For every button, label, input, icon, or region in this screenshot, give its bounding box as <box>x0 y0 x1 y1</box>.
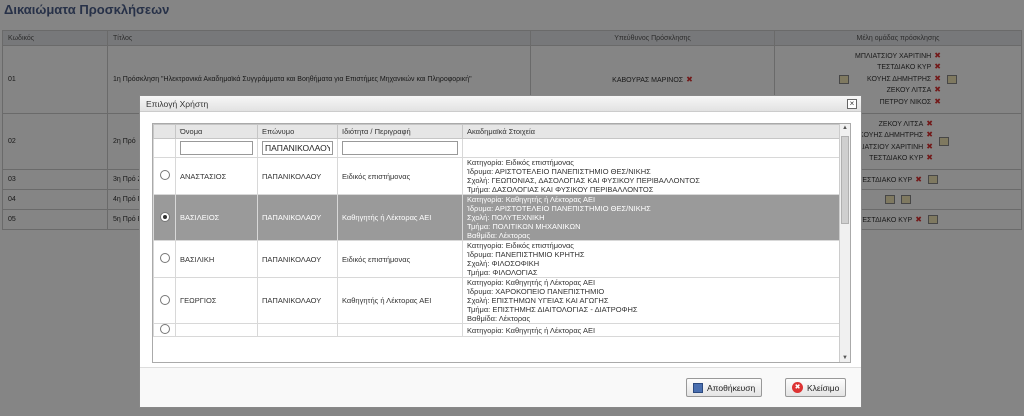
cell-academic: Κατηγορία: Καθηγητής ή Λέκτορας ΑΕΙ Ίδρυμ… <box>462 194 840 241</box>
select-radio[interactable] <box>159 253 170 263</box>
cell-last-name: ΠΑΠΑΝΙΚΟΛΑΟΥ <box>257 277 338 324</box>
cell-first-name: ΒΑΣΙΛΙΚΗ <box>175 240 258 278</box>
users-grid: Όνομα Επώνυμο Ιδιότητα / Περιγραφή Ακαδη… <box>152 123 851 363</box>
filter-first-name-input[interactable] <box>180 141 253 155</box>
select-radio[interactable] <box>159 324 170 334</box>
dialog-footer: Αποθήκευση ✖ Κλείσιμο <box>140 367 861 407</box>
cell-role: Ειδικός επιστήμονας <box>337 240 463 278</box>
col-academic[interactable]: Ακαδημαϊκά Στοιχεία <box>462 124 840 139</box>
save-icon <box>693 382 703 393</box>
table-row[interactable]: ΒΑΣΙΛΕΙΟΣ ΠΑΠΑΝΙΚΟΛΑΟΥ Καθηγητής ή Λέκτο… <box>153 194 840 241</box>
close-icon: ✖ <box>792 382 803 393</box>
filter-role-input[interactable] <box>342 141 458 155</box>
save-button[interactable]: Αποθήκευση <box>686 378 763 397</box>
col-last-name[interactable]: Επώνυμο <box>257 124 338 139</box>
cell-role: Καθηγητής ή Λέκτορας ΑΕΙ <box>337 194 463 241</box>
cell-academic: Κατηγορία: Καθηγητής ή Λέκτορας ΑΕΙ <box>462 323 840 337</box>
cell-last-name: ΠΑΠΑΝΙΚΟΛΑΟΥ <box>257 194 338 241</box>
select-radio[interactable] <box>159 211 170 222</box>
table-row[interactable]: ΓΕΩΡΓΙΟΣ ΠΑΠΑΝΙΚΟΛΑΟΥ Καθηγητής ή Λέκτορ… <box>153 277 840 324</box>
select-user-dialog: Επιλογή Χρήστη × Όνομα Επώνυμο Ιδιότητα … <box>139 95 862 408</box>
table-row[interactable]: ΒΑΣΙΛΙΚΗ ΠΑΠΑΝΙΚΟΛΑΟΥ Ειδικός επιστήμονα… <box>153 240 840 278</box>
col-first-name[interactable]: Όνομα <box>175 124 258 139</box>
filter-last-name-input[interactable] <box>262 141 333 155</box>
select-radio[interactable] <box>159 170 170 180</box>
dialog-title: Επιλογή Χρήστη <box>146 99 209 109</box>
cell-academic: Κατηγορία: Καθηγητής ή Λέκτορας ΑΕΙ Ίδρυμ… <box>462 277 840 324</box>
vertical-scrollbar[interactable]: ▲ ▼ <box>839 124 850 362</box>
dialog-close-icon[interactable]: × <box>847 99 857 109</box>
cell-last-name: ΠΑΠΑΝΙΚΟΛΑΟΥ <box>257 157 338 195</box>
cell-role <box>337 323 463 337</box>
cell-academic: Κατηγορία: Ειδικός επιστήμονας Ίδρυμα: ΑΡ… <box>462 157 840 195</box>
table-row[interactable]: Κατηγορία: Καθηγητής ή Λέκτορας ΑΕΙ <box>153 323 840 337</box>
cell-academic: Κατηγορία: Ειδικός επιστήμονας Ίδρυμα: ΠΑ… <box>462 240 840 278</box>
cell-first-name <box>175 323 258 337</box>
cell-first-name: ΓΕΩΡΓΙΟΣ <box>175 277 258 324</box>
table-row[interactable]: ΑΝΑΣΤΑΣΙΟΣ ΠΑΠΑΝΙΚΟΛΑΟΥ Ειδικός επιστήμο… <box>153 157 840 195</box>
scroll-down-icon[interactable]: ▼ <box>840 355 850 361</box>
select-radio[interactable] <box>159 294 170 305</box>
dialog-titlebar: Επιλογή Χρήστη × <box>140 96 861 112</box>
close-button[interactable]: ✖ Κλείσιμο <box>785 378 847 397</box>
users-table: Όνομα Επώνυμο Ιδιότητα / Περιγραφή Ακαδη… <box>153 124 840 337</box>
cell-first-name: ΑΝΑΣΤΑΣΙΟΣ <box>175 157 258 195</box>
scroll-up-icon[interactable]: ▲ <box>840 125 850 131</box>
cell-role: Ειδικός επιστήμονας <box>337 157 463 195</box>
cell-role: Καθηγητής ή Λέκτορας ΑΕΙ <box>337 277 463 324</box>
cell-first-name: ΒΑΣΙΛΕΙΟΣ <box>175 194 258 241</box>
filter-row <box>153 138 840 158</box>
cell-last-name: ΠΑΠΑΝΙΚΟΛΑΟΥ <box>257 240 338 278</box>
cell-last-name <box>257 323 338 337</box>
col-role[interactable]: Ιδιότητα / Περιγραφή <box>337 124 463 139</box>
scrollbar-thumb[interactable] <box>841 136 849 224</box>
